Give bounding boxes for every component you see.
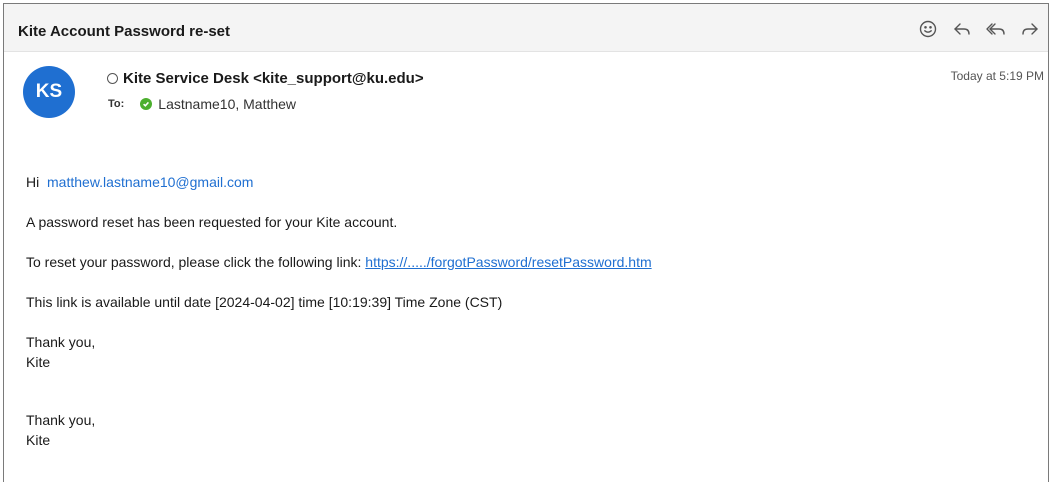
to-label: To: [108, 98, 125, 110]
signoff-1: Thank you, [26, 334, 96, 350]
email-body: Hi matthew.lastname10@gmail.com A passwo… [26, 172, 652, 450]
email-subject: Kite Account Password re-set [18, 23, 230, 40]
email-window: Kite Account Password re-set KS Kite Ser… [3, 3, 1049, 482]
sender-line: Kite Service Desk <kite_support@ku.edu> [107, 70, 424, 87]
email-actions [916, 17, 1042, 41]
recipients-line: To: Lastname10, Matthew [108, 96, 296, 112]
sender-name[interactable]: Kite Service Desk <kite_support@ku.edu> [123, 70, 424, 87]
smiley-icon[interactable] [916, 17, 940, 41]
presence-unknown-icon [107, 73, 118, 84]
body-line-3: This link is available until date [2024-… [26, 294, 503, 310]
body-line-2-text: To reset your password, please click the… [26, 254, 362, 270]
body-line-2: To reset your password, please click the… [26, 252, 652, 272]
subject-bar: Kite Account Password re-set [4, 4, 1048, 52]
email-timestamp: Today at 5:19 PM [950, 69, 1044, 83]
greeting-text: Hi [26, 174, 40, 190]
greeting-line: Hi matthew.lastname10@gmail.com [26, 172, 652, 192]
recipient-name[interactable]: Lastname10, Matthew [158, 96, 296, 112]
forward-icon[interactable] [1018, 17, 1042, 41]
sender-avatar[interactable]: KS [23, 66, 75, 118]
reply-icon[interactable] [950, 17, 974, 41]
signature-2: Kite [26, 432, 51, 448]
greeting-email-link[interactable]: matthew.lastname10@gmail.com [47, 174, 253, 190]
body-line-1: A password reset has been requested for … [26, 214, 398, 230]
signoff-2: Thank you, [26, 412, 96, 428]
reply-all-icon[interactable] [984, 17, 1008, 41]
reset-password-link[interactable]: https://...../forgotPassword/resetPasswo… [365, 254, 651, 270]
signature-1: Kite [26, 354, 51, 370]
presence-available-icon [140, 98, 153, 110]
